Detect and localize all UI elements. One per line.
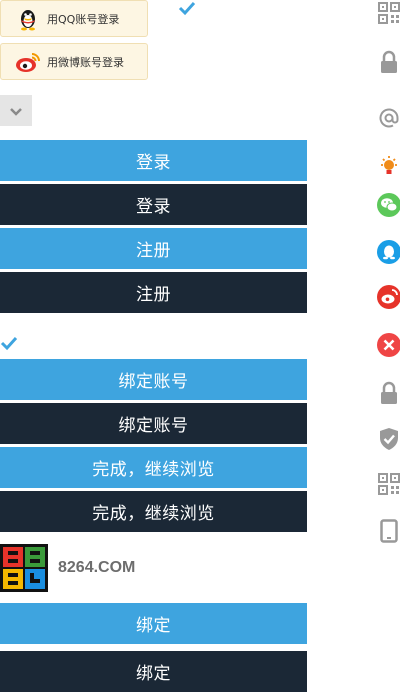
brand-logo: 8264.COM [0, 544, 135, 592]
weibo-login-label: 用微博账号登录 [47, 55, 124, 69]
login-button-dark[interactable]: 登录 [0, 184, 307, 225]
bind-account-button-blue[interactable]: 绑定账号 [0, 359, 307, 400]
at-icon [376, 105, 400, 131]
shield-icon [376, 426, 400, 452]
dropdown-toggle[interactable] [0, 95, 32, 126]
bind-button-blue[interactable]: 绑定 [0, 603, 307, 644]
lock-icon [376, 49, 400, 75]
tablet-icon [376, 518, 400, 544]
close-icon[interactable] [376, 332, 400, 358]
qq-login-button[interactable]: 用QQ账号登录 [0, 0, 148, 37]
done-continue-button-blue[interactable]: 完成，继续浏览 [0, 447, 307, 488]
chevron-down-icon [10, 101, 22, 120]
lock-icon [376, 380, 400, 406]
qq-penguin-icon [13, 4, 43, 34]
bind-account-button-dark[interactable]: 绑定账号 [0, 403, 307, 444]
qrcode-icon [376, 0, 400, 26]
register-button-dark[interactable]: 注册 [0, 272, 307, 313]
weibo-login-button[interactable]: 用微博账号登录 [0, 43, 148, 80]
brand-mark-icon [0, 544, 48, 592]
weibo-icon [376, 284, 400, 310]
bulb-icon [376, 153, 400, 179]
check-icon [178, 0, 196, 16]
qrcode-icon [376, 471, 400, 497]
login-button-blue[interactable]: 登录 [0, 140, 307, 181]
qq-icon [376, 239, 400, 265]
brand-name: 8264.COM [58, 559, 136, 576]
done-continue-button-dark[interactable]: 完成，继续浏览 [0, 491, 307, 532]
weibo-logo-icon [13, 47, 43, 77]
qq-login-label: 用QQ账号登录 [47, 12, 120, 26]
register-button-blue[interactable]: 注册 [0, 228, 307, 269]
check-icon [0, 335, 18, 351]
bind-button-dark[interactable]: 绑定 [0, 651, 307, 692]
wechat-icon [376, 192, 400, 218]
